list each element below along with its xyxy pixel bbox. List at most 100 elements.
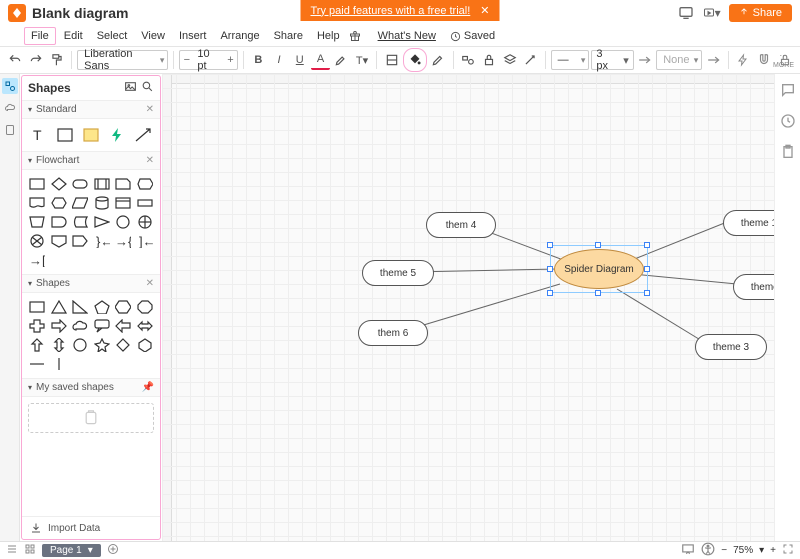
diagram-node[interactable]: theme 2 xyxy=(733,274,774,300)
fc-doc[interactable] xyxy=(28,195,46,211)
fc-circle[interactable] xyxy=(114,214,132,230)
diagram-node[interactable]: theme 1 xyxy=(723,210,774,236)
app-logo[interactable] xyxy=(8,4,26,22)
sel-handle[interactable] xyxy=(547,242,553,248)
promo-text[interactable]: Try paid features with a free trial! xyxy=(311,5,471,17)
diagram-node[interactable]: them 4 xyxy=(426,212,496,238)
fill-color-button[interactable] xyxy=(403,48,427,72)
menu-arrange[interactable]: Arrange xyxy=(214,28,265,44)
border-style-icon[interactable] xyxy=(382,50,401,70)
sh-callout[interactable] xyxy=(93,318,111,334)
menu-insert[interactable]: Insert xyxy=(173,28,213,44)
fc-stored[interactable] xyxy=(71,214,89,230)
flash-icon[interactable] xyxy=(734,50,753,70)
fc-or[interactable] xyxy=(28,233,46,249)
menu-select[interactable]: Select xyxy=(91,28,134,44)
section-flowchart[interactable]: ▾Flowchart✕ xyxy=(22,151,160,170)
menu-whats-new[interactable]: What's New xyxy=(372,28,442,44)
menu-file[interactable]: File xyxy=(24,27,56,45)
border-color-icon[interactable] xyxy=(429,50,448,70)
sel-handle[interactable] xyxy=(547,266,553,272)
bold-button[interactable]: B xyxy=(249,50,268,70)
sh-vline[interactable] xyxy=(50,356,68,372)
fc-terminator[interactable] xyxy=(71,176,89,192)
layers-icon[interactable] xyxy=(500,50,519,70)
sel-handle[interactable] xyxy=(595,290,601,296)
menu-help[interactable]: Help xyxy=(311,28,346,44)
zoom-out[interactable]: − xyxy=(721,545,727,556)
shape-arrow[interactable] xyxy=(132,125,154,145)
gift-icon[interactable] xyxy=(348,29,362,43)
fc-sum[interactable] xyxy=(136,214,154,230)
sh-rarrow[interactable] xyxy=(50,318,68,334)
feedback-icon[interactable] xyxy=(677,4,695,22)
fc-tag[interactable] xyxy=(71,233,89,249)
fc-display[interactable] xyxy=(136,176,154,192)
fc-cyl[interactable] xyxy=(93,195,111,211)
present-icon[interactable]: ▾ xyxy=(703,4,721,22)
sel-handle[interactable] xyxy=(644,266,650,272)
sh-diamond2[interactable] xyxy=(114,337,132,353)
paint-format-icon[interactable] xyxy=(47,50,66,70)
line-type-select[interactable]: — xyxy=(551,50,590,70)
fc-diamond[interactable] xyxy=(50,176,68,192)
fullscreen-icon[interactable] xyxy=(782,543,794,558)
import-data[interactable]: Import Data xyxy=(22,516,160,539)
sh-udarrow[interactable] xyxy=(50,337,68,353)
fc-brack1[interactable]: ]← xyxy=(136,233,154,249)
promo-banner[interactable]: Try paid features with a free trial! ✕ xyxy=(301,0,500,21)
page-tab[interactable]: Page 1▾ xyxy=(42,544,101,557)
fc-para[interactable] xyxy=(71,195,89,211)
redo-icon[interactable] xyxy=(27,50,46,70)
diagram-node[interactable]: them 6 xyxy=(358,320,428,346)
sh-tri[interactable] xyxy=(50,299,68,315)
canvas[interactable]: them 4theme 5them 6theme 1theme 2theme 3… xyxy=(162,74,774,541)
font-size-minus[interactable]: − xyxy=(180,54,193,66)
zoom-in[interactable]: + xyxy=(770,545,776,556)
magic-icon[interactable] xyxy=(521,50,540,70)
sh-cloud[interactable] xyxy=(71,318,89,334)
fc-tri[interactable] xyxy=(93,214,111,230)
accessibility-icon[interactable] xyxy=(701,542,715,559)
fc-brace2[interactable]: →{ xyxy=(114,233,132,249)
shape-text[interactable]: T xyxy=(28,125,50,145)
sh-hline[interactable] xyxy=(28,356,46,372)
text-align-icon[interactable]: T▾ xyxy=(353,50,372,70)
sh-hex[interactable] xyxy=(114,299,132,315)
zoom-level[interactable]: 75% xyxy=(733,545,753,556)
fc-rect[interactable] xyxy=(28,176,46,192)
lock-icon[interactable] xyxy=(479,50,498,70)
line-width-stepper[interactable]: 3 px▾ xyxy=(591,50,633,70)
comment-icon[interactable] xyxy=(780,82,796,101)
share-button[interactable]: Share xyxy=(729,4,792,22)
fc-brace1[interactable]: }← xyxy=(93,233,111,249)
clipboard-icon[interactable] xyxy=(780,144,796,163)
font-size-stepper[interactable]: −10 pt+ xyxy=(179,50,238,70)
sh-poly[interactable] xyxy=(136,337,154,353)
shape-rect[interactable] xyxy=(54,125,76,145)
italic-button[interactable]: I xyxy=(270,50,289,70)
fc-brack2[interactable]: →[ xyxy=(28,252,46,268)
diagram-node[interactable]: theme 3 xyxy=(695,334,767,360)
fc-card[interactable] xyxy=(114,176,132,192)
section-standard[interactable]: ▾Standard✕ xyxy=(22,100,160,119)
undo-icon[interactable] xyxy=(6,50,25,70)
image-icon[interactable] xyxy=(124,80,137,96)
list-view-icon[interactable] xyxy=(6,543,18,558)
saved-status[interactable]: Saved xyxy=(450,30,495,42)
toolbar-more[interactable]: ⋯MORE xyxy=(773,51,794,69)
rail-cloud-icon[interactable] xyxy=(2,100,18,116)
sel-handle[interactable] xyxy=(595,242,601,248)
sh-uarrow[interactable] xyxy=(28,337,46,353)
menu-share[interactable]: Share xyxy=(268,28,309,44)
pin-icon[interactable]: 📌 xyxy=(142,382,154,393)
menu-view[interactable]: View xyxy=(135,28,171,44)
fc-delay[interactable] xyxy=(50,214,68,230)
history-icon[interactable] xyxy=(780,113,796,132)
underline-button[interactable]: U xyxy=(290,50,309,70)
sh-circle[interactable] xyxy=(71,337,89,353)
sel-handle[interactable] xyxy=(644,242,650,248)
fc-rect2[interactable] xyxy=(136,195,154,211)
sh-pent[interactable] xyxy=(93,299,111,315)
rail-shapes-icon[interactable] xyxy=(2,78,18,94)
